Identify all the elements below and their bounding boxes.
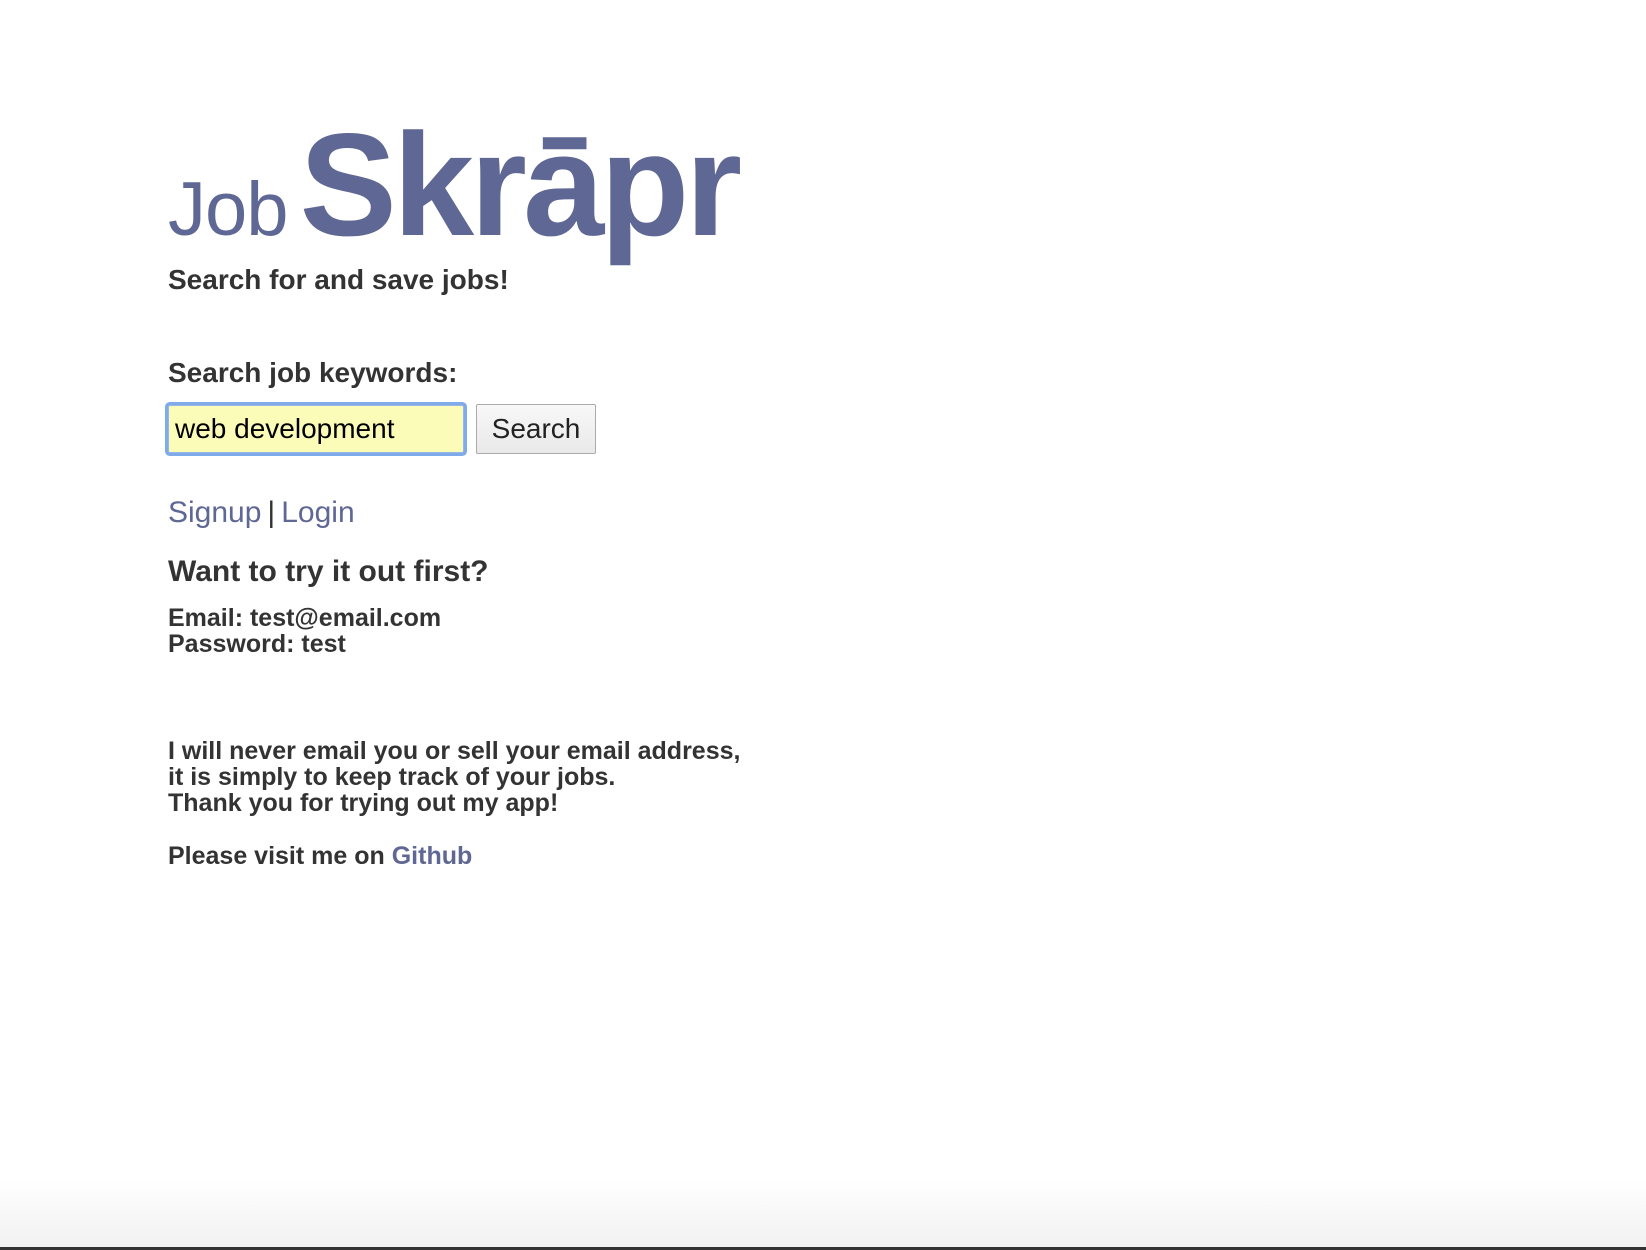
privacy-disclaimer: I will never email you or sell your emai…	[168, 738, 740, 816]
search-form: Search	[168, 404, 596, 454]
disclaimer-line-3: Thank you for trying out my app!	[168, 789, 559, 817]
search-label: Search job keywords:	[168, 357, 458, 388]
auth-separator: |	[267, 496, 276, 529]
search-input[interactable]	[168, 405, 464, 453]
logo: JobSkrāpr	[168, 103, 743, 266]
github-prefix: Please visit me on	[168, 842, 385, 870]
window-bottom-edge	[0, 1180, 1646, 1250]
disclaimer-line-2: it is simply to keep track of your jobs.	[168, 763, 616, 791]
disclaimer-line-1: I will never email you or sell your emai…	[168, 737, 741, 765]
trial-password: Password: test	[168, 630, 346, 658]
auth-links: Signup | Login	[168, 496, 355, 530]
github-line: Please visit me on Github	[168, 842, 472, 871]
tagline: Search for and save jobs!	[168, 264, 509, 295]
search-button[interactable]: Search	[476, 404, 596, 454]
signup-link[interactable]: Signup	[168, 496, 261, 529]
trial-email: Email: test@email.com	[168, 604, 442, 632]
github-link[interactable]: Github	[392, 842, 473, 870]
logo-skrapr-text: Skrāpr	[299, 103, 743, 266]
logo-job-text: Job	[168, 167, 289, 252]
login-link[interactable]: Login	[281, 496, 354, 529]
trial-credentials: Email: test@email.com Password: test	[168, 605, 441, 657]
trial-heading: Want to try it out first?	[168, 555, 489, 588]
